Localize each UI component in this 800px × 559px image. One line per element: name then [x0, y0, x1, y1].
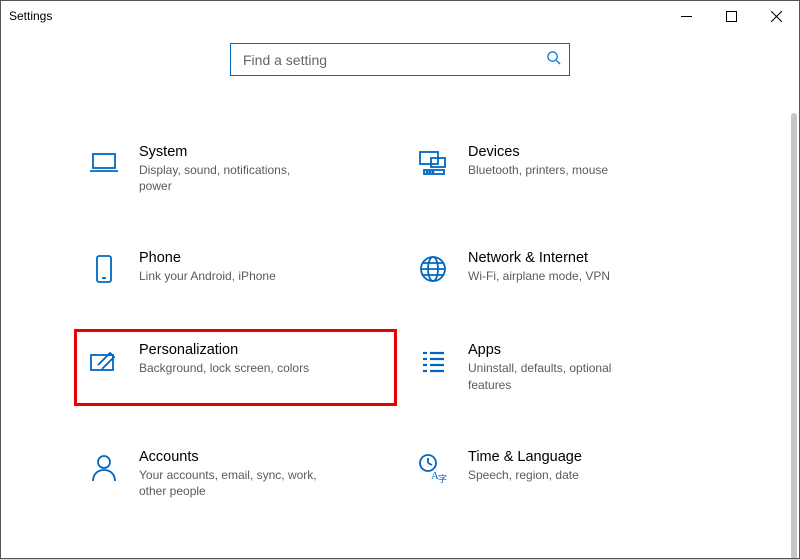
time-language-icon: A 字: [416, 451, 450, 485]
personalization-icon: [87, 344, 121, 378]
devices-icon: [416, 146, 450, 180]
tile-title: Network & Internet: [468, 250, 610, 266]
tile-text: Phone Link your Android, iPhone: [139, 250, 276, 284]
search-container: [1, 31, 799, 82]
tile-desc: Speech, region, date: [468, 467, 582, 483]
search-icon: [546, 50, 561, 70]
minimize-button[interactable]: [664, 1, 709, 31]
tile-accounts[interactable]: Accounts Your accounts, email, sync, wor…: [81, 443, 390, 505]
window-controls: [664, 1, 799, 31]
tile-title: System: [139, 144, 319, 160]
tile-devices[interactable]: Devices Bluetooth, printers, mouse: [410, 138, 719, 200]
tile-title: Time & Language: [468, 449, 582, 465]
search-box[interactable]: [230, 43, 570, 76]
laptop-icon: [87, 146, 121, 180]
tile-text: Apps Uninstall, defaults, optional featu…: [468, 342, 648, 392]
person-icon: [87, 451, 121, 485]
maximize-button[interactable]: [709, 1, 754, 31]
tile-title: Phone: [139, 250, 276, 266]
tile-text: Personalization Background, lock screen,…: [139, 342, 309, 376]
globe-icon: [416, 252, 450, 286]
window-title: Settings: [9, 9, 52, 23]
apps-icon: [416, 344, 450, 378]
tile-time[interactable]: A 字 Time & Language Speech, region, date: [410, 443, 719, 505]
tile-desc: Wi-Fi, airplane mode, VPN: [468, 268, 610, 284]
close-button[interactable]: [754, 1, 799, 31]
tile-network[interactable]: Network & Internet Wi-Fi, airplane mode,…: [410, 244, 719, 292]
search-input[interactable]: [241, 51, 546, 69]
tile-phone[interactable]: Phone Link your Android, iPhone: [81, 244, 390, 292]
tile-desc: Uninstall, defaults, optional features: [468, 360, 648, 392]
titlebar: Settings: [1, 1, 799, 31]
content-area: System Display, sound, notifications, po…: [1, 31, 799, 558]
tile-title: Accounts: [139, 449, 319, 465]
tile-text: Time & Language Speech, region, date: [468, 449, 582, 483]
tile-personalization[interactable]: Personalization Background, lock screen,…: [81, 336, 390, 398]
tile-title: Devices: [468, 144, 608, 160]
tile-system[interactable]: System Display, sound, notifications, po…: [81, 138, 390, 200]
tile-apps[interactable]: Apps Uninstall, defaults, optional featu…: [410, 336, 719, 398]
settings-grid: System Display, sound, notifications, po…: [1, 82, 799, 525]
tile-title: Personalization: [139, 342, 309, 358]
tile-desc: Background, lock screen, colors: [139, 360, 309, 376]
tile-desc: Display, sound, notifications, power: [139, 162, 319, 194]
tile-text: System Display, sound, notifications, po…: [139, 144, 319, 194]
settings-window: Settings: [0, 0, 800, 559]
tile-text: Devices Bluetooth, printers, mouse: [468, 144, 608, 178]
tile-title: Apps: [468, 342, 648, 358]
phone-icon: [87, 252, 121, 286]
tile-text: Network & Internet Wi-Fi, airplane mode,…: [468, 250, 610, 284]
vertical-scrollbar[interactable]: [791, 113, 797, 558]
tile-desc: Your accounts, email, sync, work, other …: [139, 467, 319, 499]
tile-desc: Link your Android, iPhone: [139, 268, 276, 284]
svg-text:字: 字: [438, 473, 447, 484]
tile-text: Accounts Your accounts, email, sync, wor…: [139, 449, 319, 499]
tile-desc: Bluetooth, printers, mouse: [468, 162, 608, 178]
